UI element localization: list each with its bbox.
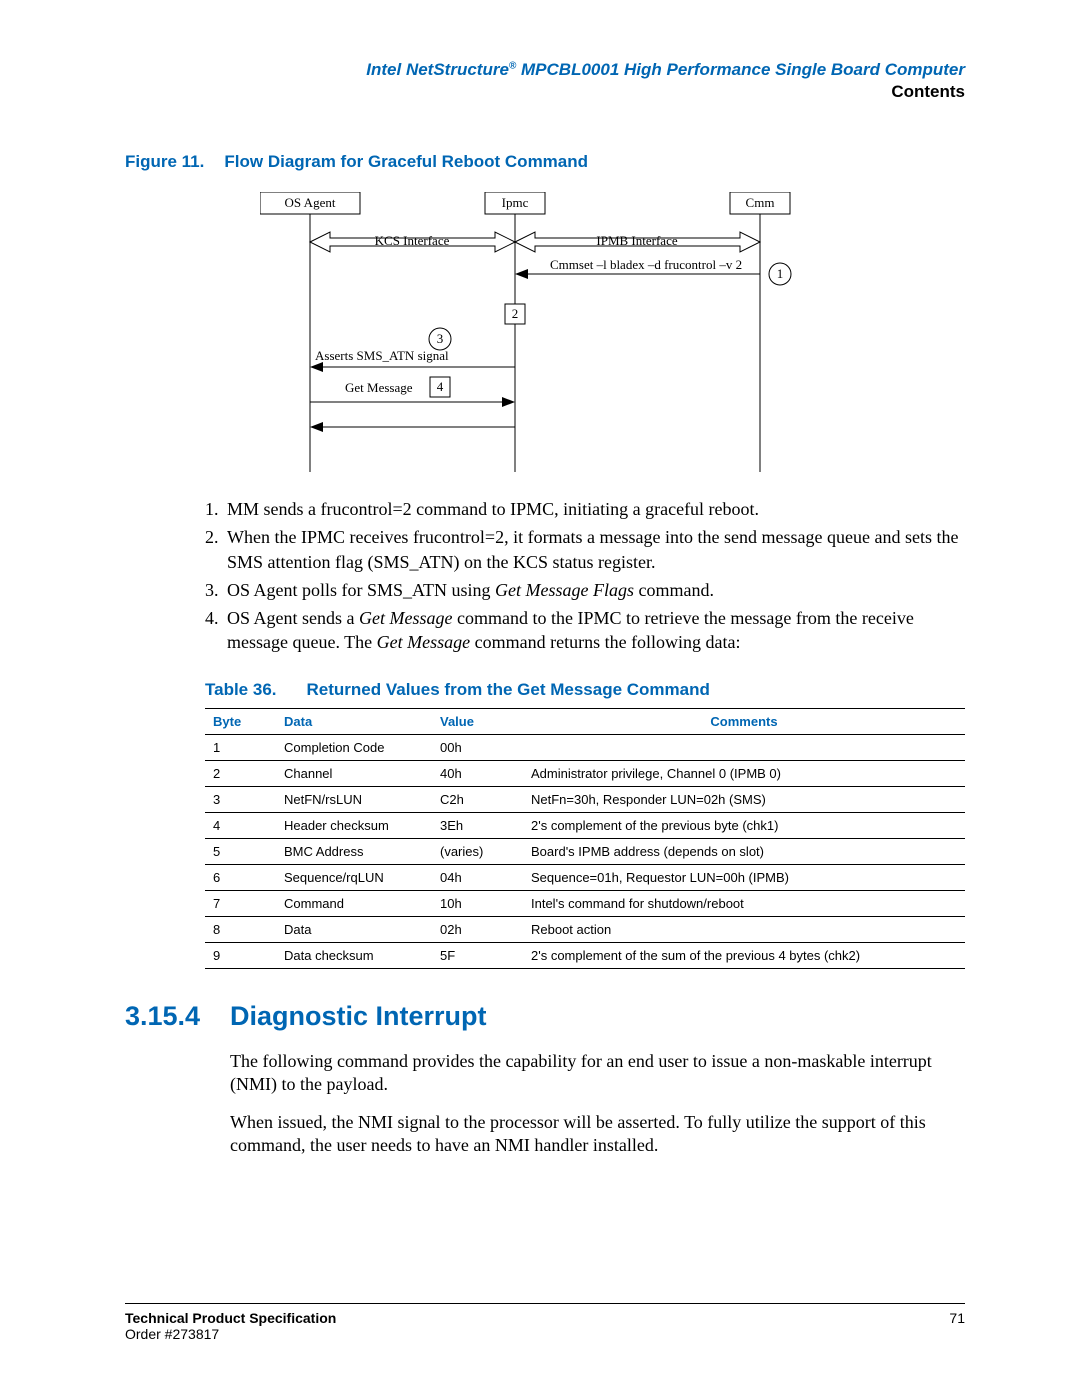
step-4: 4 (437, 379, 444, 394)
figure-label: Figure 11. (125, 152, 204, 171)
section-heading: 3.15.4Diagnostic Interrupt (125, 1001, 965, 1032)
getmsg-label: Get Message (345, 380, 413, 395)
cell-byte: 8 (205, 916, 276, 942)
list-item: 2.When the IPMC receives frucontrol=2, i… (205, 525, 965, 574)
cell-byte: 4 (205, 812, 276, 838)
cell-comments: 2's complement of the sum of the previou… (523, 942, 965, 968)
cell-data: Sequence/rqLUN (276, 864, 432, 890)
section-title: Diagnostic Interrupt (230, 1001, 487, 1031)
cell-byte: 9 (205, 942, 276, 968)
ipmb-label: IPMB Interface (596, 233, 677, 248)
cell-comments: Intel's command for shutdown/reboot (523, 890, 965, 916)
cell-comments: Reboot action (523, 916, 965, 942)
returned-values-table: Byte Data Value Comments 1Completion Cod… (205, 708, 965, 969)
table-row: 2Channel40hAdministrator privilege, Chan… (205, 760, 965, 786)
cell-value: 04h (432, 864, 523, 890)
cell-comments: Sequence=01h, Requestor LUN=00h (IPMB) (523, 864, 965, 890)
product-prefix: Intel NetStructure (366, 60, 509, 79)
page-number: 71 (949, 1310, 965, 1342)
asserts-label: Asserts SMS_ATN signal (315, 348, 449, 363)
box-cmm: Cmm (746, 195, 775, 210)
cell-data: Data (276, 916, 432, 942)
th-value: Value (432, 708, 523, 734)
cell-data: Data checksum (276, 942, 432, 968)
cell-comments: 2's complement of the previous byte (chk… (523, 812, 965, 838)
cmmset-label: Cmmset –l bladex –d frucontrol –v 2 (550, 257, 742, 272)
body-paragraph: When issued, the NMI signal to the proce… (230, 1111, 965, 1158)
list-item: 4.OS Agent sends a Get Message command t… (205, 606, 965, 655)
kcs-label: KCS Interface (375, 233, 450, 248)
cell-comments: Administrator privilege, Channel 0 (IPMB… (523, 760, 965, 786)
product-suffix: MPCBL0001 High Performance Single Board … (516, 60, 965, 79)
footer-tps: Technical Product Specification (125, 1310, 336, 1326)
table-label: Table 36. (205, 680, 277, 699)
table-row: 8Data02hReboot action (205, 916, 965, 942)
product-title: Intel NetStructure® MPCBL0001 High Perfo… (125, 60, 965, 80)
cell-byte: 5 (205, 838, 276, 864)
cell-comments: Board's IPMB address (depends on slot) (523, 838, 965, 864)
numbered-steps: 1.MM sends a frucontrol=2 command to IPM… (205, 497, 965, 655)
cell-value: 5F (432, 942, 523, 968)
body-paragraph: The following command provides the capab… (230, 1050, 965, 1097)
footer-order: Order #273817 (125, 1326, 219, 1342)
cell-byte: 3 (205, 786, 276, 812)
page-footer: Technical Product Specification Order #2… (125, 1303, 965, 1342)
box-os-agent: OS Agent (285, 195, 336, 210)
figure-caption: Figure 11. Flow Diagram for Graceful Rebo… (125, 152, 965, 172)
cell-value: C2h (432, 786, 523, 812)
header-section: Contents (125, 82, 965, 102)
table-row: 6Sequence/rqLUN04hSequence=01h, Requesto… (205, 864, 965, 890)
table-row: 1Completion Code00h (205, 734, 965, 760)
table-caption: Table 36. Returned Values from the Get Me… (205, 680, 965, 700)
cell-value: 10h (432, 890, 523, 916)
table-row: 3NetFN/rsLUNC2hNetFn=30h, Responder LUN=… (205, 786, 965, 812)
cell-comments: NetFn=30h, Responder LUN=02h (SMS) (523, 786, 965, 812)
cell-value: 3Eh (432, 812, 523, 838)
cell-value: 40h (432, 760, 523, 786)
step-3: 3 (437, 331, 444, 346)
box-ipmc: Ipmc (502, 195, 529, 210)
cell-comments (523, 734, 965, 760)
section-number: 3.15.4 (125, 1001, 230, 1032)
cell-byte: 2 (205, 760, 276, 786)
cell-value: 00h (432, 734, 523, 760)
cell-data: Channel (276, 760, 432, 786)
table-title: Returned Values from the Get Message Com… (307, 680, 710, 699)
cell-data: BMC Address (276, 838, 432, 864)
table-row: 9Data checksum5F2's complement of the su… (205, 942, 965, 968)
cell-value: (varies) (432, 838, 523, 864)
cell-data: NetFN/rsLUN (276, 786, 432, 812)
th-comments: Comments (523, 708, 965, 734)
cell-data: Completion Code (276, 734, 432, 760)
table-row: 7Command10hIntel's command for shutdown/… (205, 890, 965, 916)
figure-title: Flow Diagram for Graceful Reboot Command (224, 152, 588, 171)
table-row: 4Header checksum3Eh2's complement of the… (205, 812, 965, 838)
step-2: 2 (512, 306, 519, 321)
cell-byte: 1 (205, 734, 276, 760)
cell-byte: 7 (205, 890, 276, 916)
table-row: 5BMC Address(varies)Board's IPMB address… (205, 838, 965, 864)
flow-diagram: OS Agent Ipmc Cmm KCS Interface IPMB Int… (260, 192, 830, 472)
cell-data: Command (276, 890, 432, 916)
th-byte: Byte (205, 708, 276, 734)
step-1: 1 (777, 266, 784, 281)
cell-value: 02h (432, 916, 523, 942)
page-header: Intel NetStructure® MPCBL0001 High Perfo… (125, 60, 965, 102)
list-item: 1.MM sends a frucontrol=2 command to IPM… (205, 497, 965, 521)
th-data: Data (276, 708, 432, 734)
cell-data: Header checksum (276, 812, 432, 838)
list-item: 3.OS Agent polls for SMS_ATN using Get M… (205, 578, 965, 602)
cell-byte: 6 (205, 864, 276, 890)
